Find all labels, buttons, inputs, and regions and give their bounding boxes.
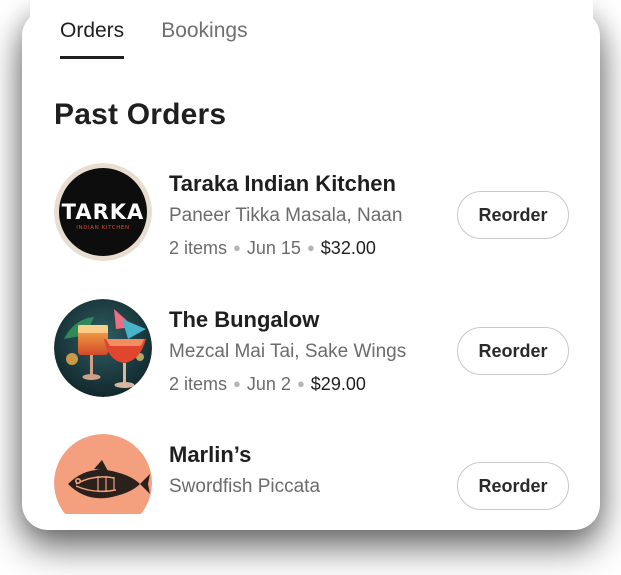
item-count: 2 items [169,374,228,394]
tab-bookings[interactable]: Bookings [161,18,247,60]
order-price: $29.00 [310,374,366,394]
order-price: $32.00 [320,238,376,258]
cocktail-photo-icon [54,299,152,397]
order-item: Marlin’s Swordfish Piccata Reorder [54,434,574,514]
reorder-button[interactable]: Reorder [457,327,569,375]
tarka-logo-icon: TARKA INDIAN KITCHEN [54,163,152,261]
order-meta: 2 items ● Jun 15 ● $32.00 [169,238,376,259]
restaurant-logo [54,434,152,514]
order-item: TARKA INDIAN KITCHEN Taraka Indian Kitch… [54,163,574,263]
tab-orders[interactable]: Orders [60,18,125,60]
order-date: Jun 2 [246,374,291,394]
fish-logo-icon [54,434,152,514]
order-item: The Bungalow Mezcal Mai Tai, Sake Wings … [54,299,574,399]
restaurant-logo: TARKA INDIAN KITCHEN [54,163,152,261]
section-title: Past Orders [54,98,227,131]
order-items: Paneer Tikka Masala, Naan [169,205,403,226]
separator-dot: ● [233,240,241,255]
reorder-button[interactable]: Reorder [457,191,569,239]
separator-dot: ● [306,240,315,255]
stage: Orders Bookings Past Orders TARKA INDIAN… [0,0,621,575]
separator-dot: ● [296,376,305,391]
reorder-button[interactable]: Reorder [457,462,569,510]
restaurant-name[interactable]: Taraka Indian Kitchen [169,171,396,197]
restaurant-name[interactable]: Marlin’s [169,442,251,468]
svg-text:INDIAN KITCHEN: INDIAN KITCHEN [76,225,129,231]
order-meta: 2 items ● Jun 2 ● $29.00 [169,374,366,395]
svg-text:TARKA: TARKA [62,200,145,224]
order-items: Mezcal Mai Tai, Sake Wings [169,341,407,362]
separator-dot: ● [233,376,241,391]
restaurant-name[interactable]: The Bungalow [169,307,319,333]
order-items: Swordfish Piccata [169,476,321,497]
orders-card: Orders Bookings Past Orders TARKA INDIAN… [30,0,593,514]
tab-bar: Orders Bookings [60,18,285,60]
restaurant-photo [54,299,152,397]
item-count: 2 items [169,238,228,258]
order-date: Jun 15 [246,238,301,258]
